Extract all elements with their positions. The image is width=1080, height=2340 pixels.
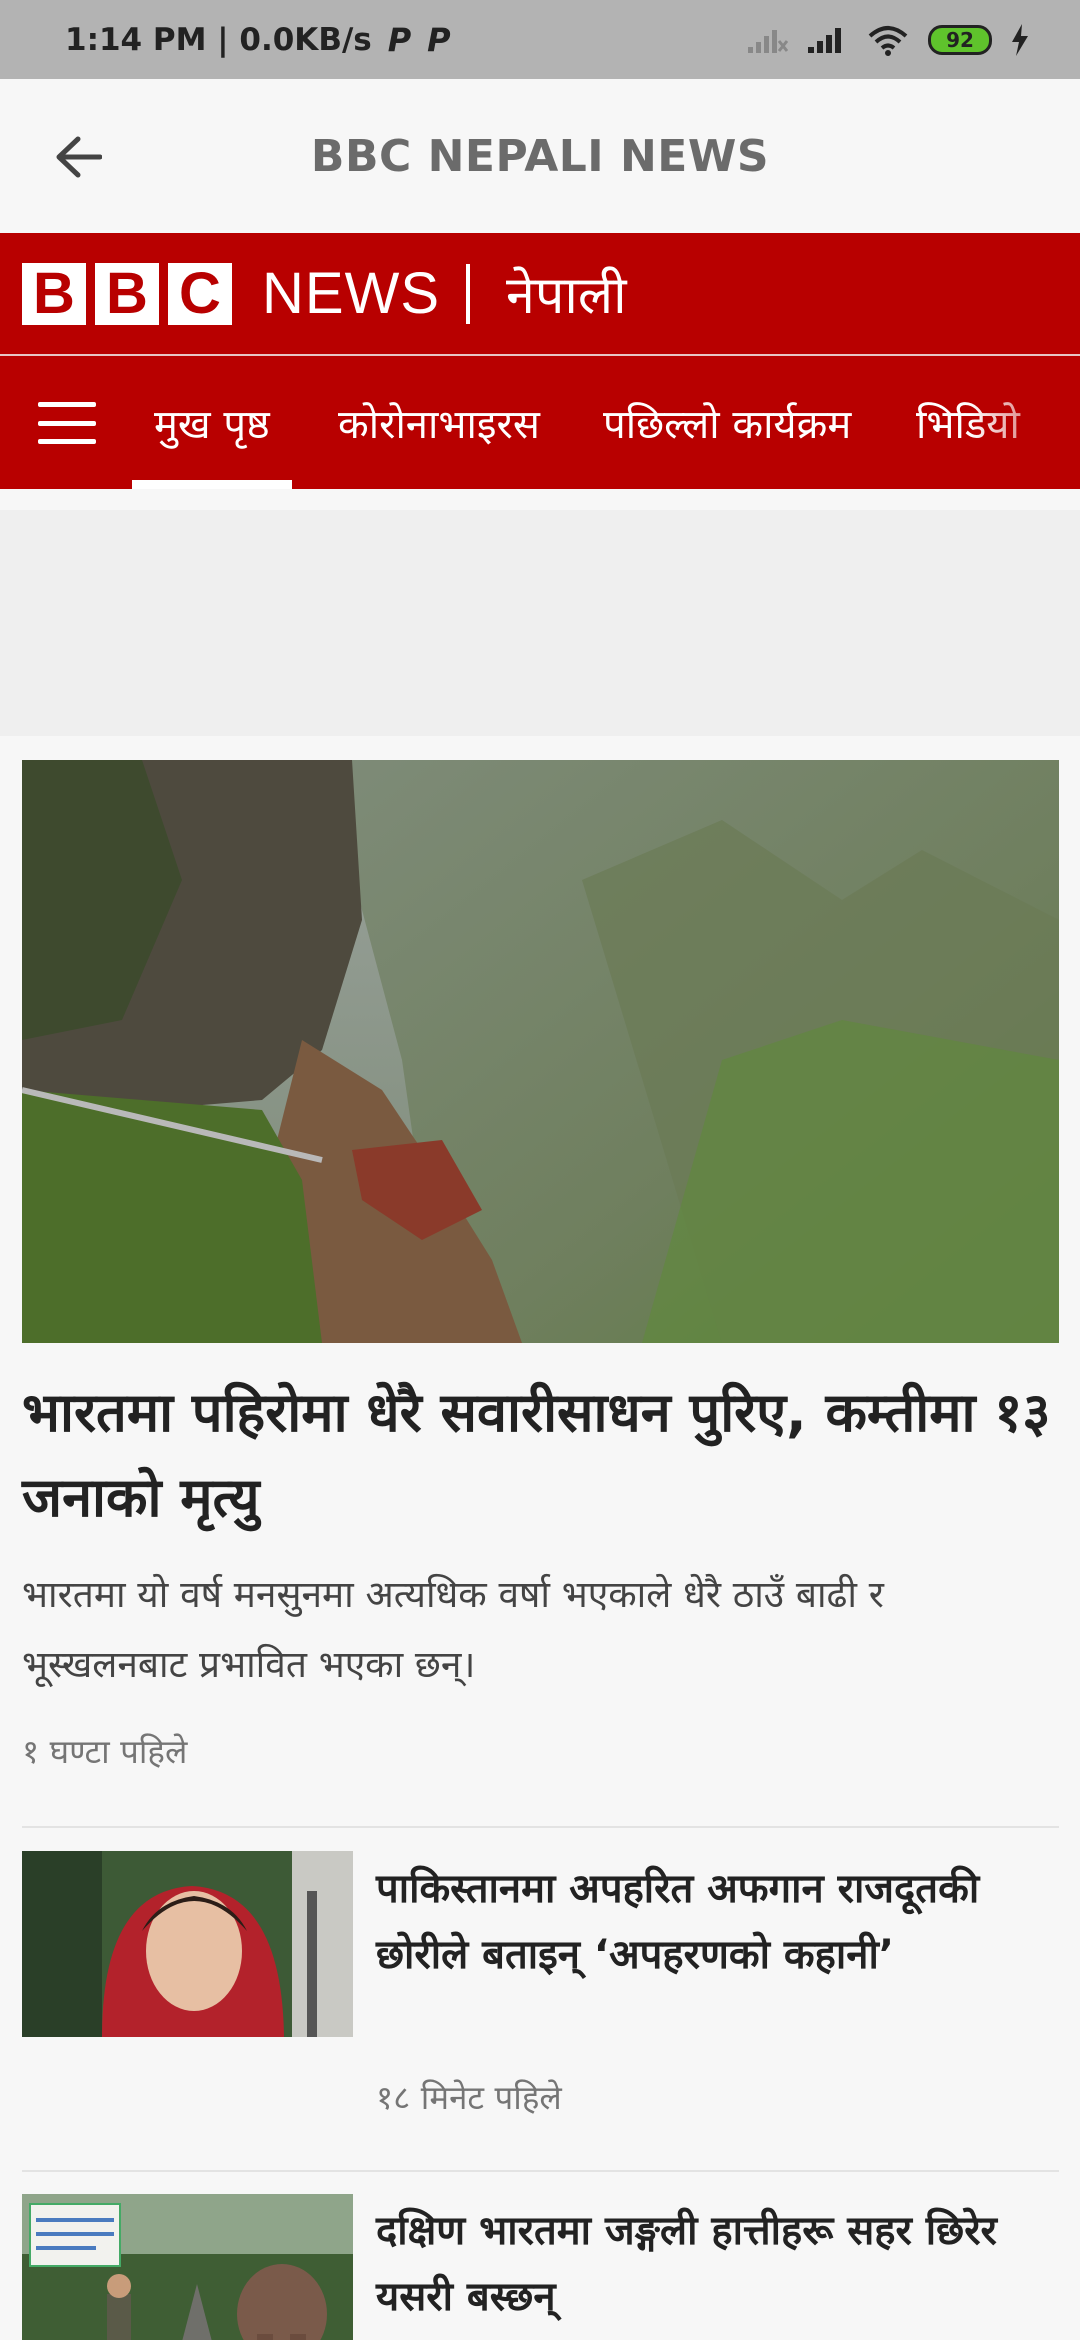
hero-image[interactable] [22, 760, 1059, 1343]
bbc-letter-b2: B [95, 261, 159, 326]
parking-notification-icon-2: P [427, 20, 451, 59]
story-thumbnail[interactable] [22, 1851, 353, 2037]
app-title: BBC NEPALI NEWS [310, 130, 770, 182]
bbc-news-logo[interactable]: B B C NEWS नेपाली [0, 233, 1080, 354]
story-divider [22, 1826, 1059, 1828]
bbc-letter-c: C [168, 261, 232, 326]
ad-placeholder [0, 510, 1080, 736]
story-thumbnail[interactable] [22, 2194, 353, 2340]
hamburger-menu-icon[interactable] [38, 398, 96, 448]
tab-video[interactable]: भिडियो [916, 356, 1020, 489]
battery-icon: 92 [928, 24, 992, 55]
tab-home-label: मुख पृष्ठ [154, 402, 270, 448]
signal-off-icon [748, 29, 788, 53]
status-time: 1:14 PM | 0.0KB/s [65, 21, 372, 58]
signal-icon [808, 27, 841, 53]
parking-notification-icon: P [387, 20, 412, 59]
charging-icon [1012, 23, 1028, 56]
portrait-photo [22, 1851, 353, 2037]
story-timestamp: १८ मिनेट पहिले [376, 2078, 562, 2117]
story-divider [22, 2170, 1059, 2172]
status-left: 1:14 PM | 0.0KB/s P P [65, 0, 451, 79]
story-headline[interactable]: पाकिस्तानमा अपहरित अफगान राजदूतकी छोरीले… [376, 1856, 1056, 1988]
tab-coronavirus[interactable]: कोरोनाभाइरस [338, 356, 540, 489]
hero-headline[interactable]: भारतमा पहिरोमा धेरै सवारीसाधन पुरिए, कम्… [22, 1370, 1052, 1540]
status-bar: 1:14 PM | 0.0KB/s P P 92 [0, 0, 1080, 79]
tab-home[interactable]: मुख पृष्ठ [132, 356, 292, 489]
bbc-news-text: NEWS [262, 261, 440, 326]
app-bar: BBC NEPALI NEWS [0, 79, 1080, 233]
status-right: 92 [746, 0, 1030, 79]
story-headline[interactable]: दक्षिण भारतमा जङ्गली हात्तीहरू सहर छिरेर… [376, 2198, 1056, 2330]
landslide-photo [22, 760, 1059, 1343]
battery-level: 92 [946, 27, 974, 52]
bbc-blocks: B B C [22, 261, 232, 326]
nav-bar: मुख पृष्ठ कोरोनाभाइरस पछिल्लो कार्यक्रम … [0, 356, 1080, 489]
tab-latest-programs[interactable]: पछिल्लो कार्यक्रम [603, 356, 851, 489]
bbc-language-text: नेपाली [506, 266, 627, 326]
tab-coronavirus-label: कोरोनाभाइरस [338, 402, 540, 448]
tab-video-label: भिडियो [916, 402, 1020, 448]
wifi-icon [868, 25, 908, 56]
elephant-photo [22, 2194, 353, 2340]
tab-latest-programs-label: पछिल्लो कार्यक्रम [603, 402, 852, 448]
hero-timestamp: १ घण्टा पहिले [22, 1732, 188, 1771]
logo-separator [466, 263, 470, 324]
hero-summary: भारतमा यो वर्ष मनसुनमा अत्यधिक वर्षा भएक… [22, 1573, 884, 1686]
bbc-letter-b1: B [22, 261, 86, 326]
